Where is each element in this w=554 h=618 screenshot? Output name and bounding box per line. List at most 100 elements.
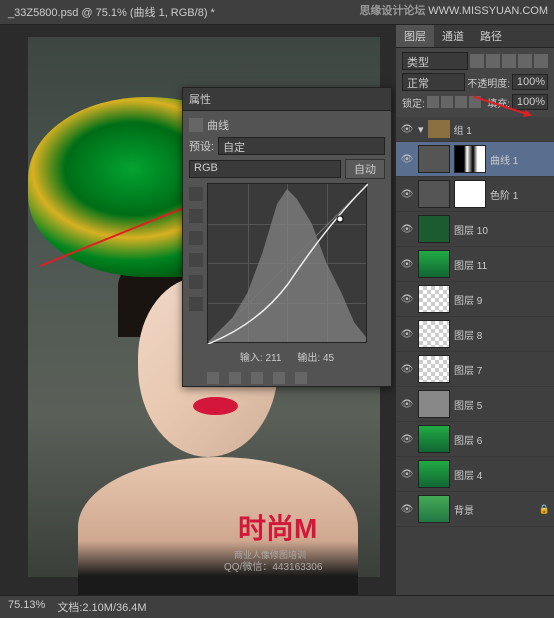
layer-thumb[interactable] (418, 460, 450, 488)
layer-row[interactable]: 👁 图层 10 (396, 212, 554, 247)
layer-name[interactable]: 背景 (454, 502, 535, 517)
view-prev-icon[interactable] (229, 372, 241, 384)
layer-thumb[interactable] (418, 355, 450, 383)
eye-icon[interactable]: 👁 (400, 503, 414, 515)
layer-row[interactable]: 👁 色阶 1 (396, 177, 554, 212)
eye-icon[interactable]: 👁 (400, 258, 414, 270)
eye-icon[interactable]: 👁 (400, 468, 414, 480)
filter-adj-icon[interactable] (486, 54, 500, 68)
pencil-tool-icon[interactable] (189, 209, 203, 223)
filter-img-icon[interactable] (470, 54, 484, 68)
curves-graph[interactable] (207, 183, 367, 343)
layer-name[interactable]: 曲线 1 (490, 152, 550, 167)
group-name[interactable]: 组 1 (454, 122, 550, 137)
zoom-level[interactable]: 75.13% (8, 599, 45, 615)
blend-mode-dropdown[interactable]: 正常 (402, 73, 465, 91)
filter-txt-icon[interactable] (502, 54, 516, 68)
layer-thumb[interactable] (418, 320, 450, 348)
layer-name[interactable]: 图层 9 (454, 292, 550, 307)
layer-group[interactable]: 👁 ▾ 组 1 (396, 117, 554, 142)
eye-icon[interactable]: 👁 (400, 363, 414, 375)
watermark: 思缘设计论坛 WWW.MISSYUAN.COM (359, 2, 548, 18)
layer-name[interactable]: 图层 11 (454, 257, 550, 272)
layer-thumb[interactable] (418, 390, 450, 418)
chevron-down-icon[interactable]: ▾ (418, 123, 424, 136)
doc-size: 文档:2.10M/36.4M (57, 599, 146, 615)
filter-smart-icon[interactable] (534, 54, 548, 68)
adjustment-type: 曲线 (207, 117, 229, 133)
layer-row[interactable]: 👁 背景 🔒 (396, 492, 554, 527)
layer-row[interactable]: 👁 图层 9 (396, 282, 554, 317)
eyedropper-gray-icon[interactable] (189, 275, 203, 289)
layer-name[interactable]: 图层 5 (454, 397, 550, 412)
eye-icon[interactable]: 👁 (400, 123, 414, 135)
layer-thumb[interactable] (418, 425, 450, 453)
mask-thumb[interactable] (454, 180, 486, 208)
layer-name[interactable]: 色阶 1 (490, 187, 550, 202)
logo-contact: QQ/微信：443163306 (224, 558, 322, 573)
eye-icon[interactable]: 👁 (400, 398, 414, 410)
curve-line (208, 184, 368, 344)
canvas-area[interactable]: 时尚M 商业人像修图培训 QQ/微信：443163306 属性 曲线 预设: 自… (0, 25, 396, 595)
reset-icon[interactable] (251, 372, 263, 384)
logo-text: 时尚M (238, 507, 317, 547)
layer-row[interactable]: 👁 图层 4 (396, 457, 554, 492)
preset-label: 预设: (189, 138, 214, 154)
lock-label: 锁定: (402, 95, 425, 110)
layer-row[interactable]: 👁 图层 5 (396, 387, 554, 422)
layer-thumb[interactable] (418, 250, 450, 278)
layer-row[interactable]: 👁 图层 11 (396, 247, 554, 282)
layer-name[interactable]: 图层 6 (454, 432, 550, 447)
eye-icon[interactable]: 👁 (400, 153, 414, 165)
layer-name[interactable]: 图层 4 (454, 467, 550, 482)
tab-channels[interactable]: 通道 (434, 25, 472, 47)
clip-icon[interactable] (207, 372, 219, 384)
layer-thumb[interactable] (418, 285, 450, 313)
mask-thumb[interactable] (454, 145, 486, 173)
curve-tool-icon[interactable] (189, 187, 203, 201)
lock-pos-icon[interactable] (455, 96, 467, 108)
eye-icon[interactable]: 👁 (400, 188, 414, 200)
lock-paint-icon[interactable] (441, 96, 453, 108)
curves-icon (189, 118, 203, 132)
properties-panel[interactable]: 属性 曲线 预设: 自定 RGB 自动 (182, 87, 392, 387)
layer-row[interactable]: 👁 图层 7 (396, 352, 554, 387)
adj-thumb[interactable] (418, 145, 450, 173)
properties-title: 属性 (183, 88, 391, 111)
output-label: 输出: 45 (297, 349, 334, 364)
eye-icon[interactable]: 👁 (400, 433, 414, 445)
channel-dropdown[interactable]: RGB (189, 160, 341, 178)
layer-row[interactable]: 👁 图层 6 (396, 422, 554, 457)
layer-name[interactable]: 图层 10 (454, 222, 550, 237)
layer-name[interactable]: 图层 8 (454, 327, 550, 342)
tab-paths[interactable]: 路径 (472, 25, 510, 47)
auto-button[interactable]: 自动 (345, 159, 385, 179)
eye-icon[interactable]: 👁 (400, 223, 414, 235)
visibility-icon[interactable] (273, 372, 285, 384)
layer-thumb[interactable] (418, 495, 450, 523)
input-label: 输入: 211 (240, 349, 282, 364)
delete-icon[interactable] (295, 372, 307, 384)
layer-row[interactable]: 👁 图层 8 (396, 317, 554, 352)
layer-thumb[interactable] (418, 215, 450, 243)
opacity-input[interactable] (512, 74, 548, 90)
curves-tools (189, 183, 203, 343)
layer-name[interactable]: 图层 7 (454, 362, 550, 377)
filter-kind-dropdown[interactable]: 类型 (402, 52, 468, 70)
eye-icon[interactable]: 👁 (400, 293, 414, 305)
eyedropper-white-icon[interactable] (189, 297, 203, 311)
adj-thumb[interactable] (418, 180, 450, 208)
filter-shape-icon[interactable] (518, 54, 532, 68)
folder-icon (428, 120, 450, 138)
lock-trans-icon[interactable] (427, 96, 439, 108)
fill-input[interactable] (512, 94, 548, 110)
lock-icon: 🔒 (539, 504, 550, 515)
eyedropper-black-icon[interactable] (189, 253, 203, 267)
layer-row[interactable]: 👁 曲线 1 (396, 142, 554, 177)
opacity-label: 不透明度: (467, 75, 510, 90)
eye-icon[interactable]: 👁 (400, 328, 414, 340)
preset-dropdown[interactable]: 自定 (218, 137, 385, 155)
hand-tool-icon[interactable] (189, 231, 203, 245)
tab-layers[interactable]: 图层 (396, 25, 434, 47)
portrait-lips (193, 397, 238, 415)
